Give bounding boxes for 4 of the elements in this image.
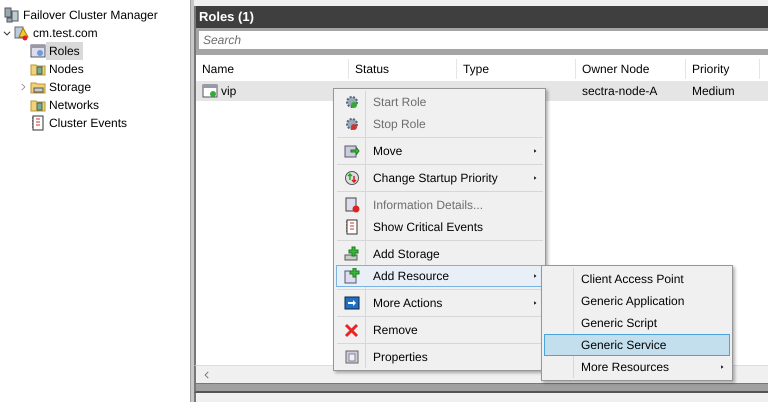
table-cell-text: Medium: [692, 83, 735, 100]
table-cell-text: vip: [221, 83, 236, 100]
table-cell-text: sectra-node-A: [582, 83, 658, 100]
panel-title: Roles (1): [194, 6, 768, 28]
